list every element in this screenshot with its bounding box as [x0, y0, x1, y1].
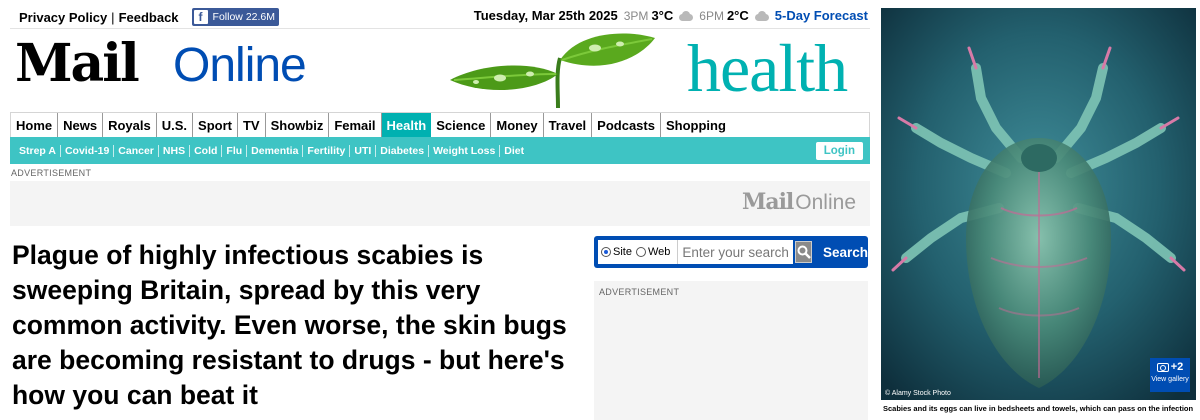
subnav-item-flu[interactable]: Flu	[222, 144, 248, 157]
subnav-item-dementia[interactable]: Dementia	[247, 144, 304, 157]
cloud-icon	[754, 10, 770, 21]
masthead: Mail Online health	[10, 30, 870, 110]
site-radio-label: Site	[613, 246, 632, 258]
top-bar: Privacy Policy | Feedback f Follow 22.6M…	[10, 5, 870, 29]
advertisement-label: ADVERTISEMENT	[599, 287, 680, 297]
weather-time: 3PM	[623, 8, 649, 23]
article-photo[interactable]: © Alamy Stock Photo +2 View gallery	[881, 8, 1196, 400]
nav-item-us[interactable]: U.S.	[157, 112, 194, 138]
advertisement-banner[interactable]: Mail Online	[10, 181, 870, 226]
login-button[interactable]: Login	[815, 142, 863, 160]
subnav-item-covid-19[interactable]: Covid-19	[61, 144, 115, 157]
subnav-item-diabetes[interactable]: Diabetes	[376, 144, 430, 157]
nav-item-home[interactable]: Home	[11, 112, 59, 138]
nav-item-femail[interactable]: Femail	[329, 112, 382, 138]
article-headline: Plague of highly infectious scabies is s…	[12, 240, 567, 410]
ad-logo-online: Online	[795, 191, 856, 214]
photo-caption: Scabies and its eggs can live in bedshee…	[883, 404, 1194, 413]
nav-item-travel[interactable]: Travel	[544, 112, 593, 138]
section-title[interactable]: health	[687, 34, 848, 102]
feedback-link[interactable]: Feedback	[119, 10, 179, 25]
subnav-item-uti[interactable]: UTI	[350, 144, 377, 157]
subnav-item-cancer[interactable]: Cancer	[114, 144, 159, 157]
follow-label: Follow	[212, 11, 243, 23]
subnav-item-diet[interactable]: Diet	[500, 145, 528, 157]
search-icon[interactable]	[795, 241, 812, 263]
web-radio[interactable]	[635, 247, 646, 257]
gallery-label: View gallery	[1151, 376, 1189, 383]
top-bar-links: Privacy Policy | Feedback f Follow 22.6M	[19, 8, 279, 26]
health-subnav: Strep A Covid-19 Cancer NHS Cold Flu Dem…	[10, 137, 870, 164]
gallery-count-text: +2	[1170, 361, 1184, 373]
subnav-item-strep-a[interactable]: Strep A	[15, 144, 61, 157]
nav-item-science[interactable]: Science	[431, 112, 492, 138]
side-advertisement[interactable]: ADVERTISEMENT	[594, 281, 868, 420]
facebook-follow-button[interactable]: f Follow 22.6M	[191, 8, 279, 26]
cloud-icon	[678, 10, 694, 21]
nav-item-shopping[interactable]: Shopping	[661, 113, 731, 138]
camera-icon	[1156, 362, 1169, 372]
nav-item-news[interactable]: News	[58, 112, 104, 138]
mail-logo[interactable]: Mail	[15, 38, 140, 90]
follow-count: 22.6M	[245, 11, 275, 23]
privacy-policy-link[interactable]: Privacy Policy	[19, 10, 107, 25]
nav-item-money[interactable]: Money	[491, 112, 544, 138]
weather-temp: 2°C	[726, 8, 749, 23]
subnav-item-weight-loss[interactable]: Weight Loss	[429, 144, 501, 157]
weather-time: 6PM	[699, 8, 724, 23]
ad-logo-mail: Mail	[741, 189, 794, 215]
search-box: Site Web Search	[594, 236, 868, 268]
date-weather: Tuesday, Mar 25th 2025 3PM 3°C 6PM 2°C 5…	[474, 8, 868, 23]
gallery-count: +2	[1150, 361, 1190, 373]
online-logo[interactable]: Online	[173, 42, 307, 90]
nav-item-tv[interactable]: TV	[238, 112, 266, 138]
divider: |	[111, 9, 115, 25]
photo-credit: © Alamy Stock Photo	[885, 390, 951, 397]
view-gallery-button[interactable]: +2 View gallery	[1150, 358, 1190, 392]
scabies-mite-image	[881, 8, 1196, 400]
ad-placeholder-logo: Mail Online	[742, 189, 856, 215]
search-button[interactable]: Search	[823, 245, 868, 260]
page: Privacy Policy | Feedback f Follow 22.6M…	[0, 0, 878, 420]
leaf-icon	[450, 33, 655, 109]
site-radio[interactable]	[601, 247, 611, 257]
nav-item-sport[interactable]: Sport	[193, 112, 238, 138]
facebook-icon: f	[193, 10, 208, 24]
weather-temp: 3°C	[651, 8, 674, 23]
web-radio-label: Web	[647, 246, 671, 258]
nav-item-health[interactable]: Health	[381, 112, 432, 138]
main-nav: Home News Royals U.S. Sport TV Showbiz F…	[10, 112, 870, 138]
search-scope: Site Web	[598, 240, 678, 264]
advertisement-label: ADVERTISEMENT	[11, 168, 92, 178]
search-input[interactable]	[677, 240, 794, 264]
five-day-forecast-link[interactable]: 5-Day Forecast	[775, 8, 868, 23]
subnav-item-nhs[interactable]: NHS	[159, 144, 191, 157]
subnav-item-cold[interactable]: Cold	[190, 144, 223, 157]
subnav-item-fertility[interactable]: Fertility	[303, 144, 351, 157]
current-date: Tuesday, Mar 25th 2025	[473, 8, 618, 23]
nav-item-podcasts[interactable]: Podcasts	[592, 112, 661, 138]
nav-item-showbiz[interactable]: Showbiz	[266, 112, 330, 138]
nav-item-royals[interactable]: Royals	[103, 112, 157, 138]
